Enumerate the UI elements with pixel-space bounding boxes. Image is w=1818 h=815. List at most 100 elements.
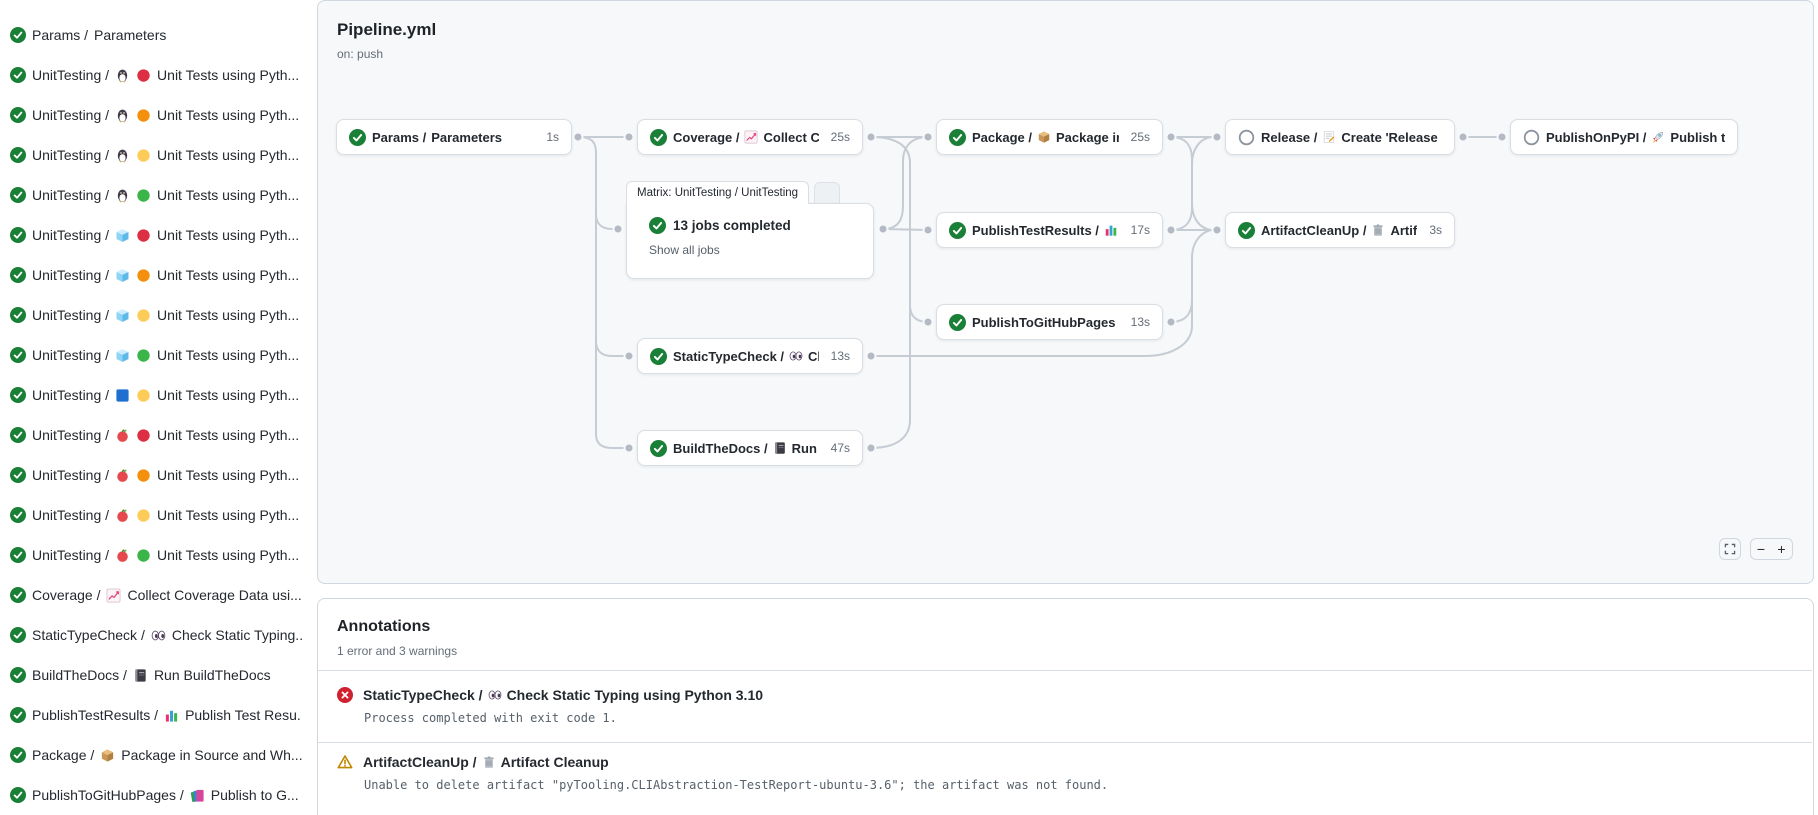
check-success-icon — [10, 267, 26, 283]
job-name: UnitTesting / — [32, 267, 109, 283]
node-label: PublishTestResults /Pu... — [972, 223, 1119, 238]
job-step-label: Unit Tests using Pyth... — [157, 107, 299, 123]
graph-node-package[interactable]: Package /Package in So...25s — [936, 119, 1163, 155]
check-success-icon — [10, 787, 26, 803]
graph-node-release[interactable]: Release /Create 'Release P... — [1225, 119, 1455, 155]
node-duration: 1s — [540, 130, 559, 144]
sidebar-job-item[interactable]: PublishToGitHubPages / Publish to G... — [10, 785, 302, 805]
job-name: UnitTesting / — [32, 387, 109, 403]
circle-green-icon — [136, 348, 151, 363]
eyes-icon — [488, 688, 502, 702]
node-label: StaticTypeCheck /Chec... — [673, 349, 819, 364]
job-step-label: Check Static Typing... — [172, 627, 302, 643]
job-step-label: Unit Tests using Pyth... — [157, 507, 299, 523]
sidebar-job-item[interactable]: PublishTestResults /Publish Test Resu... — [10, 705, 302, 725]
check-success-icon — [10, 747, 26, 763]
circle-green-icon — [136, 188, 151, 203]
graph-node-publish-test-results[interactable]: PublishTestResults /Pu...17s — [936, 212, 1163, 248]
sidebar-job-item[interactable]: UnitTesting /Unit Tests using Pyth... — [10, 465, 302, 485]
graph-node-coverage[interactable]: Coverage /Collect Cove...25s — [637, 119, 863, 155]
penguin-icon — [115, 108, 130, 123]
sidebar-job-item[interactable]: UnitTesting /Unit Tests using Pyth... — [10, 545, 302, 565]
job-step-label: Publish to G... — [211, 787, 299, 803]
check-success-icon — [949, 129, 966, 146]
check-success-icon — [10, 27, 26, 43]
job-name: Params / — [32, 27, 88, 43]
node-step-label: Package in So... — [1056, 130, 1119, 145]
fullscreen-button[interactable] — [1719, 538, 1741, 560]
sidebar-job-item[interactable]: UnitTesting / Unit Tests using Pyth... — [10, 65, 302, 85]
annotation-error-title[interactable]: StaticTypeCheck /Check Static Typing usi… — [337, 687, 763, 703]
sidebar-job-item[interactable]: UnitTesting /Unit Tests using Pyth... — [10, 345, 302, 365]
workflow-graph-canvas[interactable] — [317, 0, 1814, 584]
sidebar-job-item[interactable]: UnitTesting /Unit Tests using Pyth... — [10, 505, 302, 525]
annotations-title: Annotations — [337, 618, 430, 636]
icecube-icon — [115, 308, 130, 323]
check-success-icon — [10, 347, 26, 363]
circle-yellow-icon — [136, 308, 151, 323]
node-step-label: Create 'Release P... — [1341, 130, 1442, 145]
job-step-label: Unit Tests using Pyth... — [157, 267, 299, 283]
job-name: UnitTesting / — [32, 67, 109, 83]
matrix-tab-label: Matrix: UnitTesting / UnitTesting — [626, 181, 809, 204]
job-name: UnitTesting / — [32, 147, 109, 163]
circle-orange-icon — [136, 468, 151, 483]
sidebar-job-item[interactable]: BuildTheDocs /Run BuildTheDocs — [10, 665, 302, 685]
job-step-label: Unit Tests using Pyth... — [157, 67, 299, 83]
matrix-stacked-card-edge — [814, 182, 840, 204]
barchart-icon — [164, 708, 179, 723]
barchart-icon — [1104, 223, 1118, 237]
node-job-name: ArtifactCleanUp / — [1261, 223, 1366, 238]
success-check-icon — [649, 217, 666, 234]
annotation-warning-title[interactable]: ArtifactCleanUp /Artifact Cleanup — [337, 754, 609, 770]
graph-node-params[interactable]: Params /Parameters1s — [336, 119, 572, 155]
sidebar-job-item[interactable]: UnitTesting /Unit Tests using Pyth... — [10, 425, 302, 445]
job-step-label: Unit Tests using Pyth... — [157, 387, 299, 403]
sidebar-job-item[interactable]: StaticTypeCheck / Check Static Typing... — [10, 625, 302, 645]
rocket-icon — [1651, 130, 1665, 144]
job-name: BuildTheDocs / — [32, 667, 127, 683]
graph-node-publish-gh-pages[interactable]: PublishToGitHubPages /...13s — [936, 304, 1163, 340]
check-success-icon — [10, 307, 26, 323]
warning-triangle-icon — [337, 754, 353, 770]
annotation-divider — [318, 742, 1812, 743]
sidebar-job-item[interactable]: Coverage /Collect Coverage Data usi... — [10, 585, 302, 605]
job-name: UnitTesting / — [32, 307, 109, 323]
job-step-label: Unit Tests using Pyth... — [157, 427, 299, 443]
check-success-icon — [650, 129, 667, 146]
zoom-out-button[interactable]: − — [1750, 538, 1772, 560]
graph-node-build-docs[interactable]: BuildTheDocs /Run Buil...47s — [637, 430, 863, 466]
sidebar-job-item[interactable]: Params /Parameters — [10, 25, 302, 45]
screen-full-icon — [1723, 542, 1737, 556]
job-name: StaticTypeCheck / — [32, 627, 145, 643]
node-label: ArtifactCleanUp /Artifac... — [1261, 223, 1417, 238]
sidebar-job-item[interactable]: UnitTesting / Unit Tests using Pyth... — [10, 265, 302, 285]
sidebar-job-item[interactable]: UnitTesting /Unit Tests using Pyth... — [10, 105, 302, 125]
check-success-icon — [10, 587, 26, 603]
apple-icon — [115, 548, 130, 563]
job-name: PublishToGitHubPages / — [32, 787, 184, 803]
icecube-icon — [115, 268, 130, 283]
sidebar-job-item[interactable]: UnitTesting /Unit Tests using Pyth... — [10, 145, 302, 165]
sidebar-job-item[interactable]: Package /Package in Source and Wh... — [10, 745, 302, 765]
sidebar-job-item[interactable]: UnitTesting / Unit Tests using Pyth... — [10, 385, 302, 405]
sidebar-job-item[interactable]: UnitTesting /Unit Tests using Pyth... — [10, 185, 302, 205]
show-all-jobs-link[interactable]: Show all jobs — [649, 243, 859, 257]
graph-node-static-type-check[interactable]: StaticTypeCheck /Chec...13s — [637, 338, 863, 374]
node-label: Package /Package in So... — [972, 130, 1119, 145]
sidebar-job-item[interactable]: UnitTesting /Unit Tests using Pyth... — [10, 225, 302, 245]
workflow-trigger: on: push — [337, 47, 383, 61]
graph-node-artifact-cleanup[interactable]: ArtifactCleanUp /Artifac...3s — [1225, 212, 1455, 248]
annotations-summary: 1 error and 3 warnings — [337, 644, 457, 658]
matrix-jobs-card[interactable]: 13 jobs completed Show all jobs — [626, 203, 874, 279]
node-step-label: Publish to ... — [1670, 130, 1725, 145]
check-success-icon — [10, 547, 26, 563]
graph-node-publish-pypi[interactable]: PublishOnPyPI /Publish to ... — [1510, 119, 1738, 155]
apple-icon — [115, 428, 130, 443]
job-name: UnitTesting / — [32, 347, 109, 363]
sidebar-job-item[interactable]: UnitTesting /Unit Tests using Pyth... — [10, 305, 302, 325]
circle-orange-icon — [136, 108, 151, 123]
check-success-icon — [10, 227, 26, 243]
job-step-label: Unit Tests using Pyth... — [157, 467, 299, 483]
zoom-in-button[interactable]: + — [1771, 538, 1793, 560]
